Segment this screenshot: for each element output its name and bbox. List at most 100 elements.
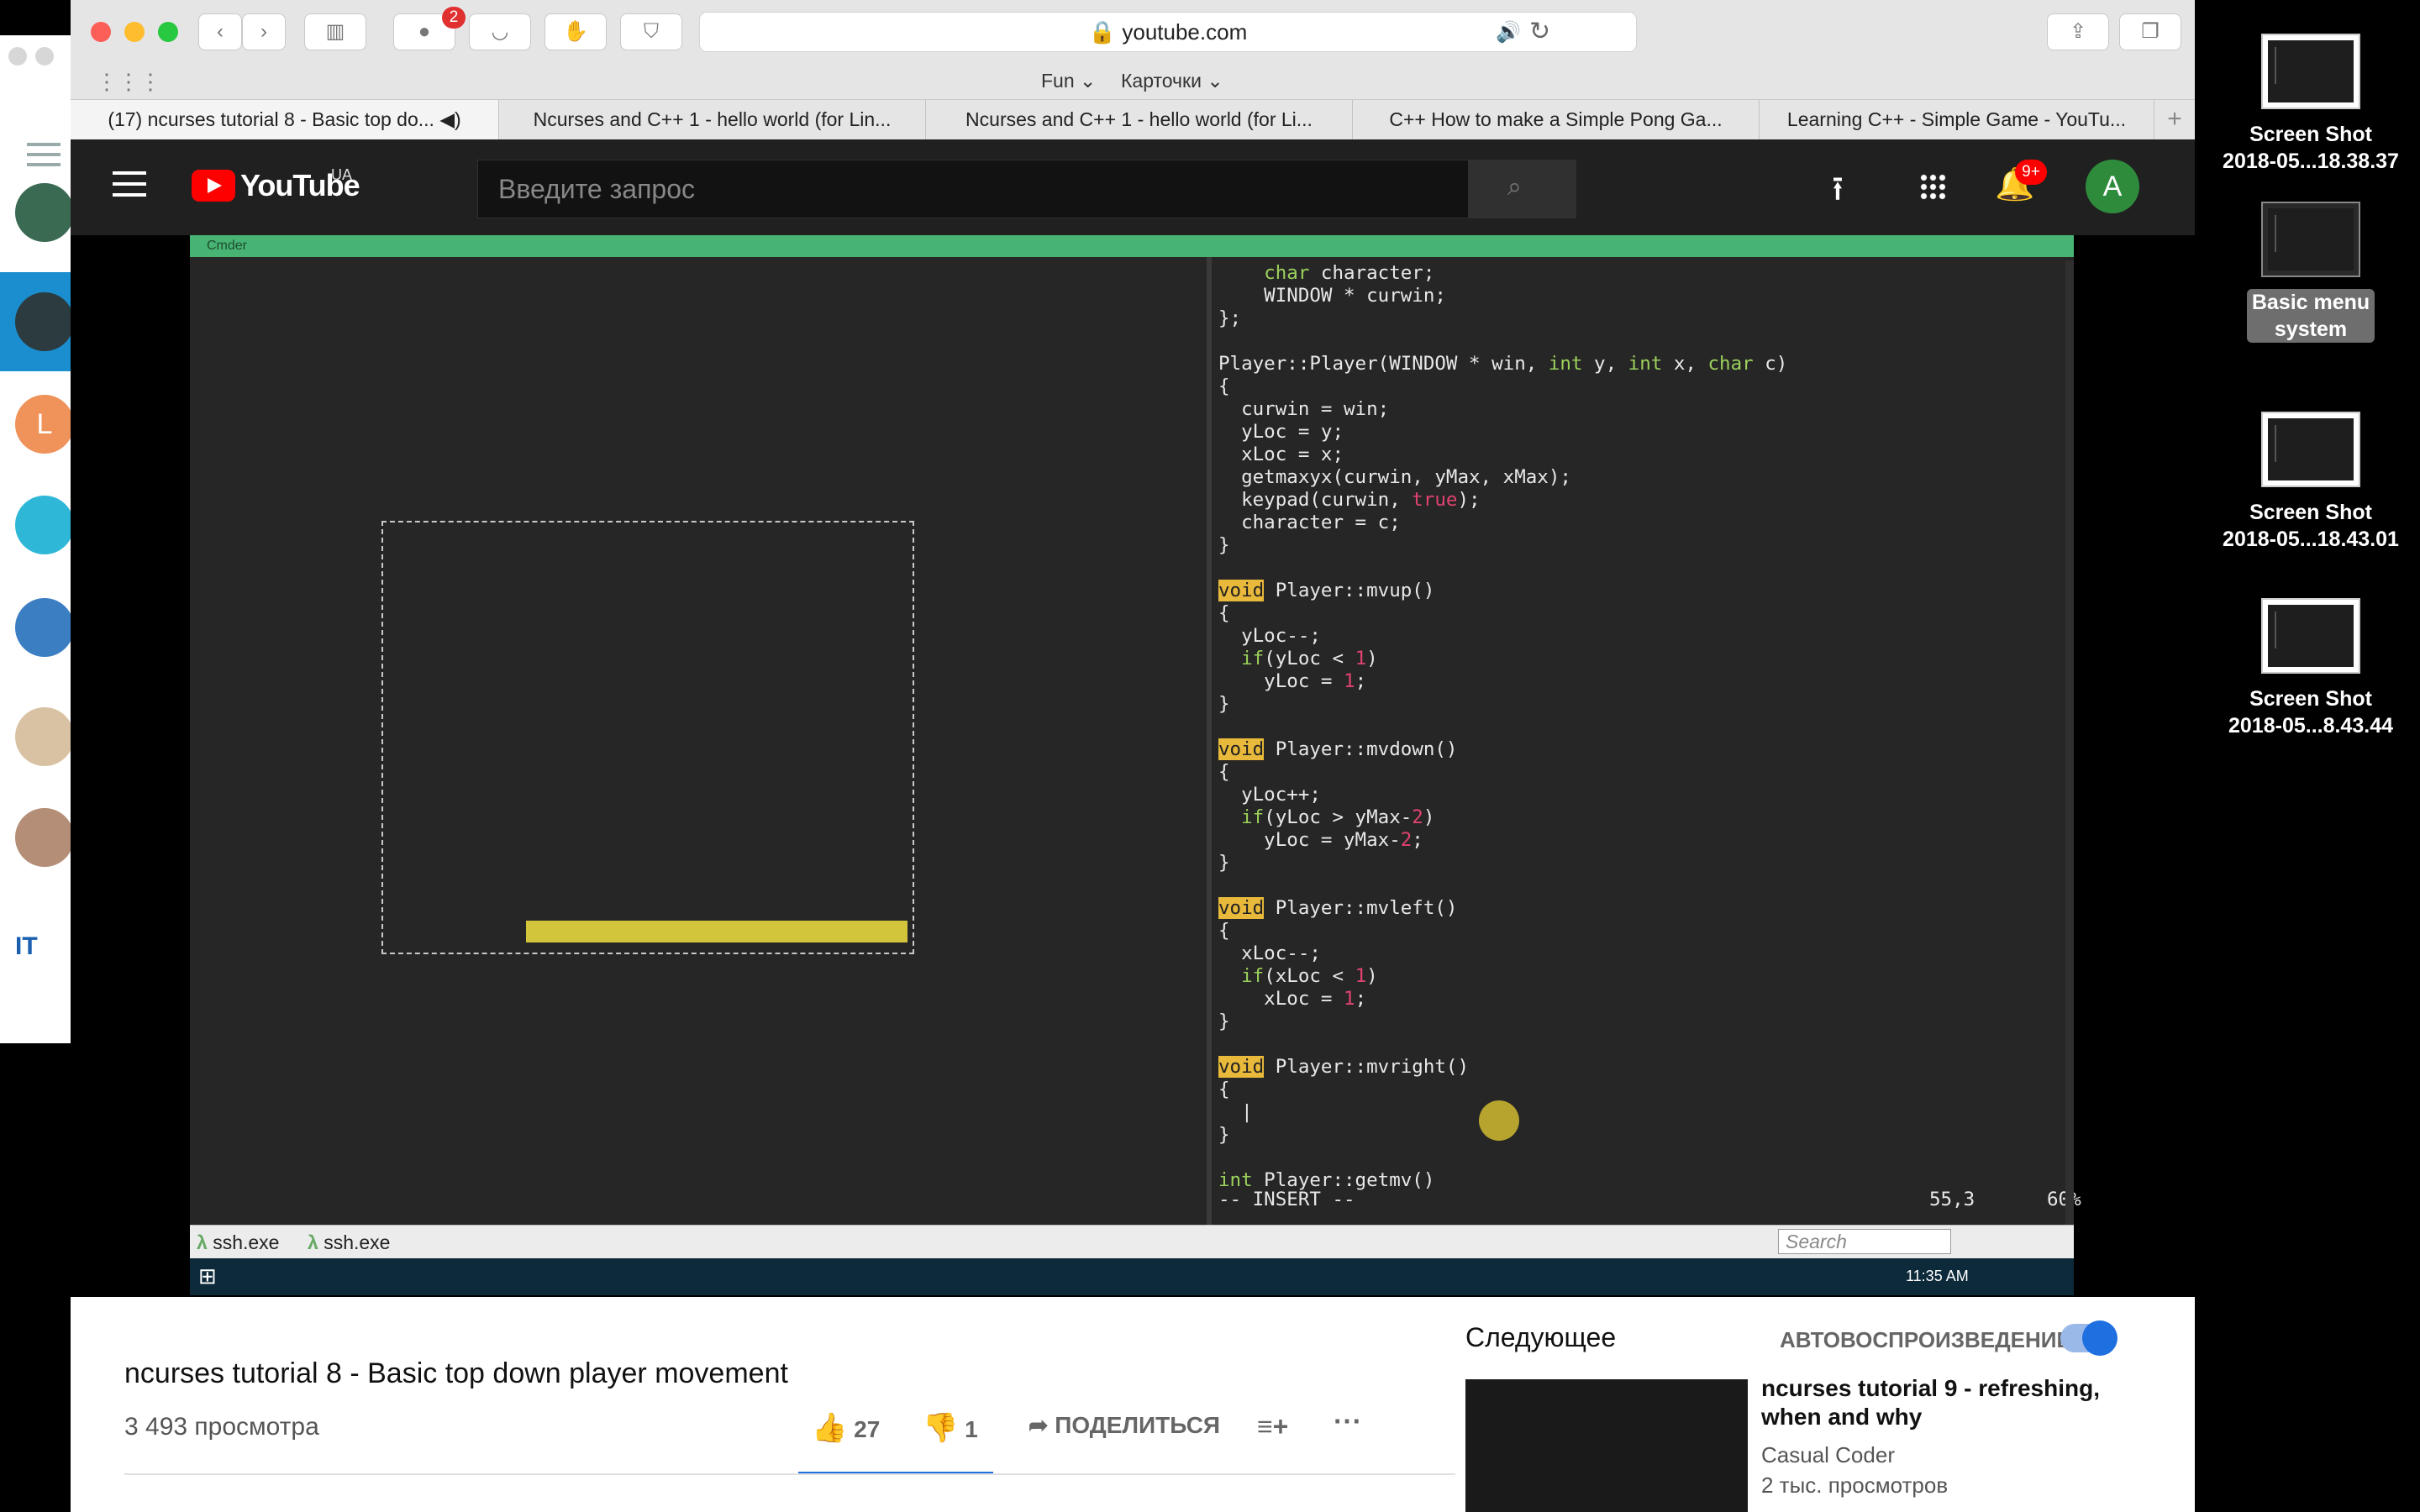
next-video-thumbnail[interactable] (1465, 1379, 1748, 1512)
selected-contact[interactable] (0, 272, 74, 371)
desktop-file-icon[interactable]: Screen Shot 2018-05...18.43.01 (2210, 412, 2412, 553)
add-to-playlist-icon[interactable]: ≡+ (1257, 1411, 1288, 1442)
autoplay-toggle[interactable] (2060, 1320, 2118, 1356)
game-border (381, 521, 914, 954)
favorite-folder-fun[interactable]: Fun ⌄ (1041, 70, 1096, 92)
code-line: xLoc--; (1218, 942, 1321, 964)
desktop-file-name-2: system (2274, 318, 2348, 341)
close-window-button[interactable] (91, 22, 111, 42)
code-line: { (1218, 920, 1230, 942)
dislike-button[interactable]: 👎 1 (923, 1411, 978, 1445)
youtube-header: YouTube UA Введите запрос ⌕ ⭱ 🔔 9+ A (71, 139, 2195, 235)
shield-icon[interactable]: ⛉ (620, 13, 682, 50)
player-paddle (526, 921, 908, 942)
speaker-icon[interactable]: ◀) (439, 108, 460, 130)
next-video-views: 2 тыс. просмотров (1761, 1473, 1949, 1498)
video-player[interactable]: Cmder char character; WINDOW * curwin;};… (71, 235, 2195, 1297)
more-actions-icon[interactable]: ⋯ (1333, 1404, 1361, 1438)
pane-divider (1207, 257, 1212, 1248)
desktop-file-icon[interactable]: Screen Shot 2018-05...18.38.37 (2210, 34, 2412, 175)
thumbs-up-icon: 👍 (812, 1412, 848, 1444)
view-count: 3 493 просмотра (124, 1413, 319, 1441)
forward-button[interactable]: › (242, 13, 286, 50)
code-line: char character; (1264, 262, 1435, 284)
next-video-title[interactable]: ncurses tutorial 9 - refreshing, when an… (1761, 1374, 2131, 1431)
code-line: } (1218, 1124, 1230, 1146)
contact-avatar-l[interactable]: L (15, 395, 74, 454)
back-button[interactable]: ‹ (198, 13, 242, 50)
console-tab[interactable]: λ ssh.exe (308, 1231, 390, 1254)
contact-avatar[interactable] (15, 707, 74, 766)
guide-menu-icon[interactable] (113, 171, 146, 197)
cmder-search-input[interactable]: Search (1778, 1229, 1951, 1254)
account-avatar[interactable]: A (2086, 160, 2139, 213)
desktop-file-date: 2018-05...18.43.01 (2223, 528, 2399, 551)
desktop-file-name: Screen Shot (2249, 123, 2372, 146)
upload-icon[interactable]: ⭱ (1832, 165, 1844, 222)
contact-avatar[interactable] (15, 183, 74, 242)
next-video-meta: Casual Coder 2 тыс. просмотров (1761, 1440, 1948, 1500)
code-line: xLoc = x; (1218, 444, 1344, 465)
desktop-file-icon[interactable]: Screen Shot 2018-05...8.43.44 (2210, 598, 2412, 739)
tab[interactable]: Ncurses and C++ 1 - hello world (for Lin… (499, 100, 926, 140)
windows-start-icon[interactable]: ⊞ (198, 1263, 217, 1289)
contact-avatar[interactable] (15, 808, 74, 867)
code-line: void Player::mvright() (1218, 1056, 1470, 1078)
vim-mode: -- INSERT -- (1218, 1189, 1355, 1210)
zoom-window-button[interactable] (158, 22, 178, 42)
window-close-dot[interactable] (8, 47, 27, 66)
tab[interactable]: C++ How to make a Simple Pong Ga... (1353, 100, 1760, 140)
apps-grid-icon[interactable] (1919, 173, 1946, 200)
search-button[interactable]: ⌕ (1469, 160, 1576, 218)
console-tab-label: ssh.exe (324, 1231, 391, 1253)
hand-icon[interactable]: ✋ (544, 13, 607, 50)
taskbar-clock: 11:35 AM (1906, 1268, 1969, 1284)
desktop-file-icon-selected[interactable]: Basic menu system (2210, 202, 2412, 343)
favorite-label: Fun (1041, 70, 1075, 92)
like-button[interactable]: 👍 27 (812, 1411, 880, 1445)
new-tab-button[interactable]: + (2154, 100, 2195, 140)
contact-avatar[interactable] (15, 496, 74, 554)
menu-icon[interactable] (27, 143, 60, 168)
tab[interactable]: Learning C++ - Simple Game - YouTu... (1760, 100, 2154, 140)
cmder-window: Cmder char character; WINDOW * curwin;};… (190, 235, 2081, 1295)
tab-active[interactable]: (17) ncurses tutorial 8 - Basic top do..… (71, 100, 499, 140)
minimize-window-button[interactable] (124, 22, 145, 42)
video-title: ncurses tutorial 8 - Basic top down play… (124, 1357, 788, 1389)
desktop-file-date: 2018-05...8.43.44 (2228, 714, 2393, 738)
cmder-scrollbar[interactable] (2065, 260, 2074, 1243)
cmder-titlebar: Cmder (190, 235, 2074, 257)
contact-avatar[interactable] (15, 598, 74, 657)
share-button[interactable]: ➦ ПОДЕЛИТЬСЯ (1028, 1411, 1220, 1439)
share-icon[interactable]: ⇪ (2047, 13, 2109, 50)
search-input[interactable]: Введите запрос (477, 160, 1469, 218)
code-line: curwin = win; (1218, 398, 1390, 420)
code-line: void Player::mvdown() (1218, 738, 1458, 760)
tab-title: Learning C++ - Simple Game - YouTu... (1786, 108, 2127, 130)
favorite-folder-cards[interactable]: Карточки ⌄ (1121, 70, 1223, 92)
sidebar-icon[interactable]: ▥ (304, 13, 366, 50)
tab[interactable]: Ncurses and C++ 1 - hello world (for Li.… (926, 100, 1353, 140)
next-video-channel[interactable]: Casual Coder (1761, 1440, 1948, 1470)
console-tab[interactable]: λ ssh.exe (197, 1231, 279, 1254)
audio-playing-icon[interactable]: 🔊 (1496, 20, 1521, 45)
divider (124, 1473, 1455, 1475)
code-line: getmaxyx(curwin, yMax, xMax); (1218, 466, 1571, 488)
grid-icon[interactable]: ⋮⋮⋮ (96, 69, 161, 95)
tab-title: C++ How to make a Simple Pong Ga... (1389, 108, 1723, 130)
favorites-bar: ⋮⋮⋮ Fun ⌄ Карточки ⌄ (71, 64, 2195, 97)
desktop-file-name: Screen Shot (2249, 501, 2372, 524)
window-minimize-dot[interactable] (35, 47, 54, 66)
up-next-heading: Следующее (1465, 1322, 1617, 1352)
pocket-icon[interactable]: ◡ (469, 13, 531, 50)
code-line: character = c; (1218, 512, 1401, 533)
tabs-overview-icon[interactable]: ❐ (2119, 13, 2181, 50)
reload-icon[interactable]: ↻ (1529, 17, 1550, 46)
dislike-count: 1 (965, 1416, 978, 1442)
desktop-file-name: Basic menu (2251, 291, 2370, 314)
youtube-logo-icon[interactable] (192, 170, 235, 202)
contact-avatar-ithub[interactable]: IT (15, 917, 74, 976)
